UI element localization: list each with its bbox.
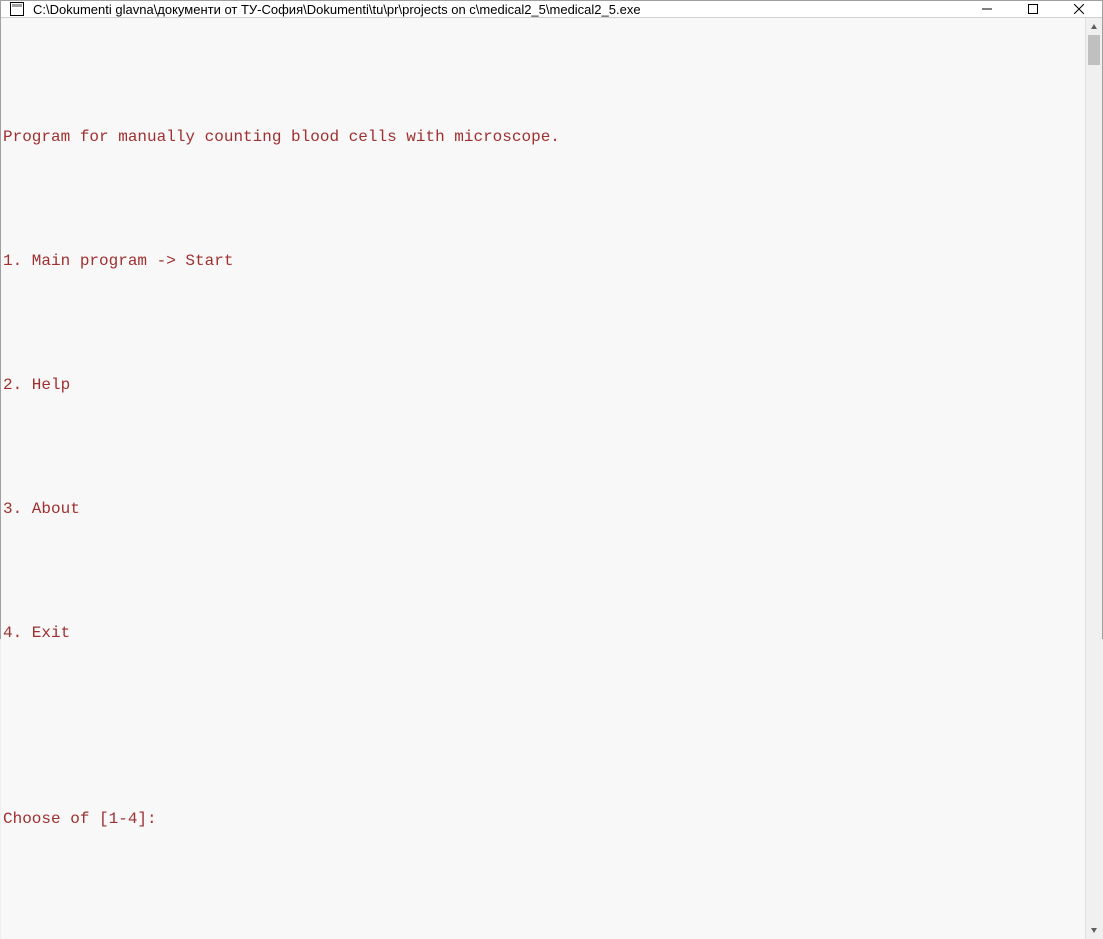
console-line: 1. Main program -> Start — [3, 251, 1083, 272]
console-line: 2. Help — [3, 375, 1083, 396]
maximize-button[interactable] — [1010, 1, 1056, 17]
window-controls — [964, 1, 1102, 17]
minimize-button[interactable] — [964, 1, 1010, 17]
console-line — [3, 686, 1083, 706]
scroll-track[interactable] — [1086, 35, 1102, 922]
console-window: C:\Dokumenti glavna\документи от ТУ-Софи… — [0, 0, 1103, 639]
console-line: Program for manually counting blood cell… — [3, 127, 1083, 148]
scroll-thumb[interactable] — [1088, 35, 1100, 65]
console-line: 4. Exit — [3, 623, 1083, 644]
scroll-down-button[interactable] — [1086, 922, 1102, 939]
scroll-up-button[interactable] — [1086, 18, 1102, 35]
console-line — [3, 66, 1083, 86]
console-line — [3, 314, 1083, 334]
console-line — [3, 438, 1083, 458]
window-title: C:\Dokumenti glavna\документи от ТУ-Софи… — [33, 2, 964, 17]
console-body: Program for manually counting blood cell… — [1, 18, 1102, 939]
titlebar: C:\Dokumenti glavna\документи от ТУ-Софи… — [1, 1, 1102, 18]
console-line — [3, 562, 1083, 582]
close-button[interactable] — [1056, 1, 1102, 17]
console-line: 3. About — [3, 499, 1083, 520]
console-line — [3, 190, 1083, 210]
console-line: Choose of [1-4]: — [3, 809, 1083, 830]
app-icon — [9, 1, 25, 17]
console-line — [3, 747, 1083, 767]
console-output[interactable]: Program for manually counting blood cell… — [1, 18, 1085, 939]
console-line — [3, 871, 1083, 891]
vertical-scrollbar[interactable] — [1085, 18, 1102, 939]
